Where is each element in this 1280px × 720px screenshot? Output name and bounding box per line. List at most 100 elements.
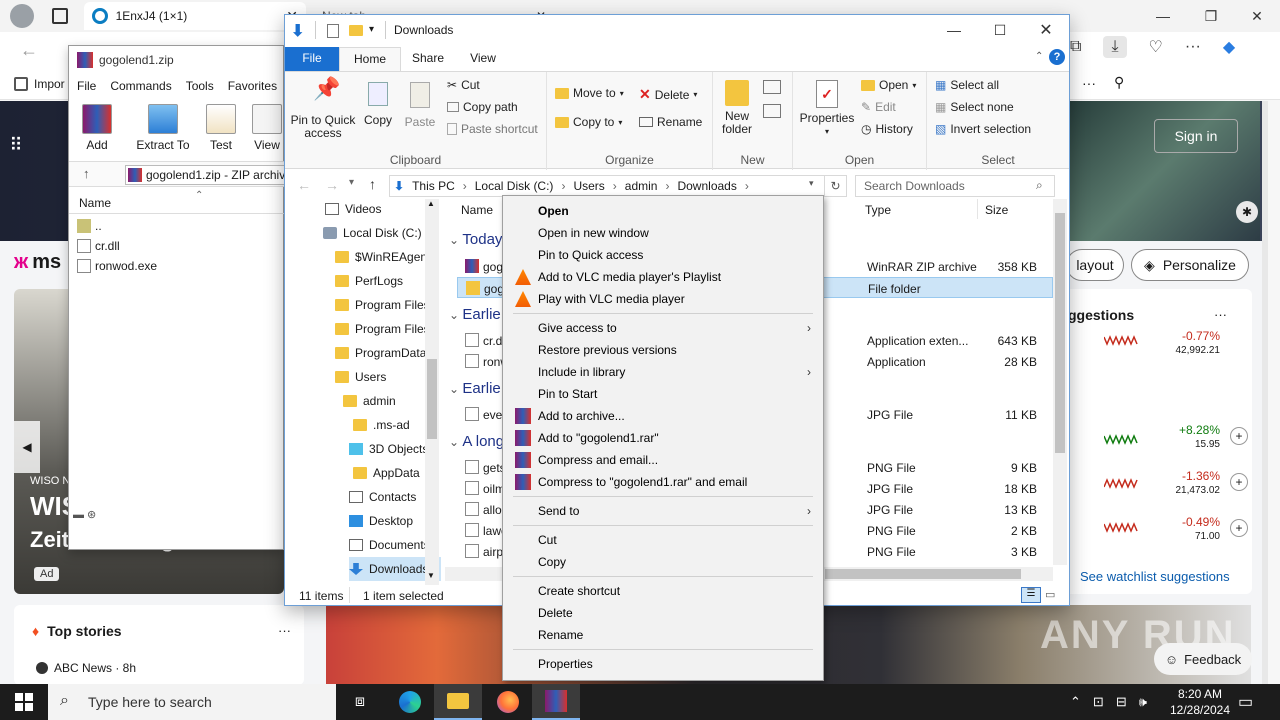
new-folder-button[interactable]: New folder bbox=[717, 80, 757, 136]
winrar-file-row[interactable]: cr.dll bbox=[69, 236, 285, 256]
top-stories-more-icon[interactable]: ··· bbox=[278, 623, 291, 638]
menu-item-play-with-vlc-media-player[interactable]: Play with VLC media player bbox=[505, 288, 821, 310]
recent-dropdown-icon[interactable]: ▾ bbox=[349, 177, 354, 188]
new-item-icon[interactable] bbox=[763, 80, 781, 94]
select-all-button[interactable]: ▦ Select all bbox=[935, 78, 999, 92]
history-button[interactable]: ◷ History bbox=[861, 122, 913, 136]
nav-item[interactable]: Desktop bbox=[349, 509, 413, 533]
breadcrumb-item[interactable]: Downloads bbox=[675, 179, 738, 193]
properties-button[interactable]: ✓ Properties ▾ bbox=[797, 80, 857, 138]
menu-item-restore-previous-versions[interactable]: Restore previous versions bbox=[505, 339, 821, 361]
qa-dropdown-icon[interactable]: ▾ bbox=[369, 24, 374, 35]
minimize-icon[interactable]: — bbox=[1140, 0, 1186, 32]
select-none-button[interactable]: ▦ Select none bbox=[935, 100, 1014, 114]
column-name[interactable]: Name bbox=[461, 203, 493, 217]
clock[interactable]: 8:20 AM 12/28/2024 bbox=[1160, 686, 1240, 718]
edit-button[interactable]: ✎ Edit bbox=[861, 100, 896, 114]
winrar-tool-view[interactable]: View bbox=[245, 104, 289, 152]
back-icon[interactable]: ← bbox=[20, 40, 38, 61]
breadcrumb-chevron-icon[interactable]: › bbox=[457, 179, 473, 193]
winrar-taskbar-icon[interactable] bbox=[532, 684, 580, 720]
volume-icon[interactable]: 🕪 bbox=[1139, 694, 1147, 710]
copy-button[interactable]: Copy bbox=[361, 82, 395, 127]
new-folder-qa-icon[interactable] bbox=[349, 25, 363, 39]
collections-icon[interactable]: ⧉ bbox=[1070, 38, 1081, 56]
nav-item[interactable]: Local Disk (C:) bbox=[323, 221, 422, 245]
collapse-ribbon-icon[interactable]: ⌃ bbox=[1035, 51, 1043, 62]
nav-item[interactable]: Users bbox=[335, 365, 386, 389]
quick-access-download-icon[interactable]: ⬇ bbox=[291, 21, 304, 41]
nav-item[interactable]: .ms-ad bbox=[353, 413, 410, 437]
forward-icon[interactable]: → bbox=[325, 177, 339, 193]
menu-item-compress-and-email[interactable]: Compress and email... bbox=[505, 449, 821, 471]
winrar-path-field[interactable]: gogolend1.zip - ZIP archiv bbox=[125, 165, 285, 185]
breadcrumb-item[interactable]: This PC bbox=[410, 179, 457, 193]
file-scrollbar[interactable] bbox=[1053, 199, 1067, 565]
menu-item-pin-to-quick-access[interactable]: Pin to Quick access bbox=[505, 244, 821, 266]
breadcrumb-chevron-icon[interactable]: › bbox=[659, 179, 675, 193]
help-icon[interactable]: ? bbox=[1049, 49, 1065, 65]
more-icon[interactable]: ··· bbox=[1082, 75, 1096, 91]
menu-item-rename[interactable]: Rename bbox=[505, 624, 821, 646]
nav-item[interactable]: admin bbox=[343, 389, 396, 413]
nav-item[interactable]: Documents bbox=[349, 533, 430, 557]
carousel-prev-icon[interactable]: ◀ bbox=[14, 421, 40, 473]
menu-item-create-shortcut[interactable]: Create shortcut bbox=[505, 580, 821, 602]
winrar-menu-item[interactable]: Tools bbox=[186, 79, 214, 93]
nav-scrollbar[interactable]: ▲ ▼ bbox=[425, 199, 439, 585]
tray-overflow-icon[interactable]: ⌃ bbox=[1070, 694, 1081, 710]
easy-access-icon[interactable] bbox=[763, 104, 781, 118]
ribbon-tab-file[interactable]: File bbox=[285, 47, 339, 71]
winrar-tool-extract-to[interactable]: Extract To bbox=[133, 104, 193, 152]
close-icon[interactable]: ✕ bbox=[1023, 15, 1069, 45]
rename-button[interactable]: Rename bbox=[639, 115, 702, 129]
breadcrumb-item[interactable]: Local Disk (C:) bbox=[473, 179, 556, 193]
stock-row[interactable]: +8.28% 15.95 + bbox=[1104, 419, 1250, 459]
menu-item-add-to-vlc-media-player-s-playlist[interactable]: Add to VLC media player's Playlist bbox=[505, 266, 821, 288]
stock-row[interactable]: -0.77% 42,992.21 bbox=[1104, 325, 1250, 365]
stock-row[interactable]: -0.49% 71.00 + bbox=[1104, 511, 1250, 551]
watchlist-more-icon[interactable]: ··· bbox=[1214, 307, 1227, 322]
settings-more-icon[interactable]: ··· bbox=[1185, 38, 1201, 56]
network-icon[interactable]: ⊟ bbox=[1116, 694, 1127, 710]
tray-app-icon[interactable]: ⊡ bbox=[1093, 694, 1104, 710]
browser-essentials-icon[interactable]: ♡ bbox=[1149, 37, 1163, 57]
copy-to-button[interactable]: Copy to ▾ bbox=[555, 115, 622, 129]
large-icons-view-icon[interactable]: ▭ bbox=[1045, 588, 1055, 601]
file-group-header[interactable]: ⌄ Earlie bbox=[449, 380, 509, 402]
menu-item-open[interactable]: Open bbox=[505, 200, 821, 222]
open-button[interactable]: Open ▾ bbox=[861, 78, 916, 92]
menu-item-add-to-archive[interactable]: Add to archive... bbox=[505, 405, 821, 427]
up-icon[interactable]: ↑ bbox=[369, 176, 376, 192]
close-icon[interactable]: ✕ bbox=[1234, 0, 1280, 32]
apps-grid-icon[interactable]: ⠿ bbox=[4, 135, 28, 156]
ribbon-tab-home[interactable]: Home bbox=[339, 47, 401, 71]
refresh-icon[interactable]: ↻ bbox=[825, 175, 847, 197]
pin-icon[interactable]: ⚲ bbox=[1114, 74, 1124, 91]
favorites-item[interactable]: Impor bbox=[14, 77, 65, 91]
menu-item-properties[interactable]: Properties bbox=[505, 653, 821, 675]
restore-icon[interactable]: ❐ bbox=[1188, 0, 1234, 32]
scroll-down-icon[interactable]: ▼ bbox=[427, 571, 435, 580]
column-type[interactable]: Type bbox=[865, 203, 891, 217]
menu-item-delete[interactable]: Delete bbox=[505, 602, 821, 624]
add-stock-icon[interactable]: + bbox=[1230, 427, 1248, 445]
browser-tab-image[interactable]: 1EnxJ4 (1×1) ✕ bbox=[84, 2, 306, 30]
winrar-file-row[interactable]: .. bbox=[69, 216, 285, 236]
add-stock-icon[interactable]: + bbox=[1230, 473, 1248, 491]
personalize-button[interactable]: ◈ Personalize bbox=[1131, 249, 1249, 281]
delete-button[interactable]: ✕ Delete ▾ bbox=[639, 86, 697, 103]
winrar-file-row[interactable]: ronwod.exe bbox=[69, 256, 285, 276]
feedback-button[interactable]: ☺ Feedback bbox=[1154, 643, 1252, 675]
page-scrollbar[interactable] bbox=[1262, 101, 1268, 684]
file-explorer-taskbar-icon[interactable] bbox=[434, 684, 482, 720]
menu-item-cut[interactable]: Cut bbox=[505, 529, 821, 551]
menu-item-copy[interactable]: Copy bbox=[505, 551, 821, 573]
menu-item-compress-to-gogolend1-rar-and-email[interactable]: Compress to "gogolend1.rar" and email bbox=[505, 471, 821, 493]
winrar-menu-item[interactable]: Favorites bbox=[228, 79, 277, 93]
file-group-header[interactable]: ⌄ Earlie bbox=[449, 306, 509, 328]
nav-item[interactable]: Contacts bbox=[349, 485, 416, 509]
downloads-icon[interactable]: ⤓ bbox=[1103, 36, 1127, 58]
menu-item-include-in-library[interactable]: Include in library › bbox=[505, 361, 821, 383]
nav-item[interactable]: 3D Objects bbox=[349, 437, 428, 461]
